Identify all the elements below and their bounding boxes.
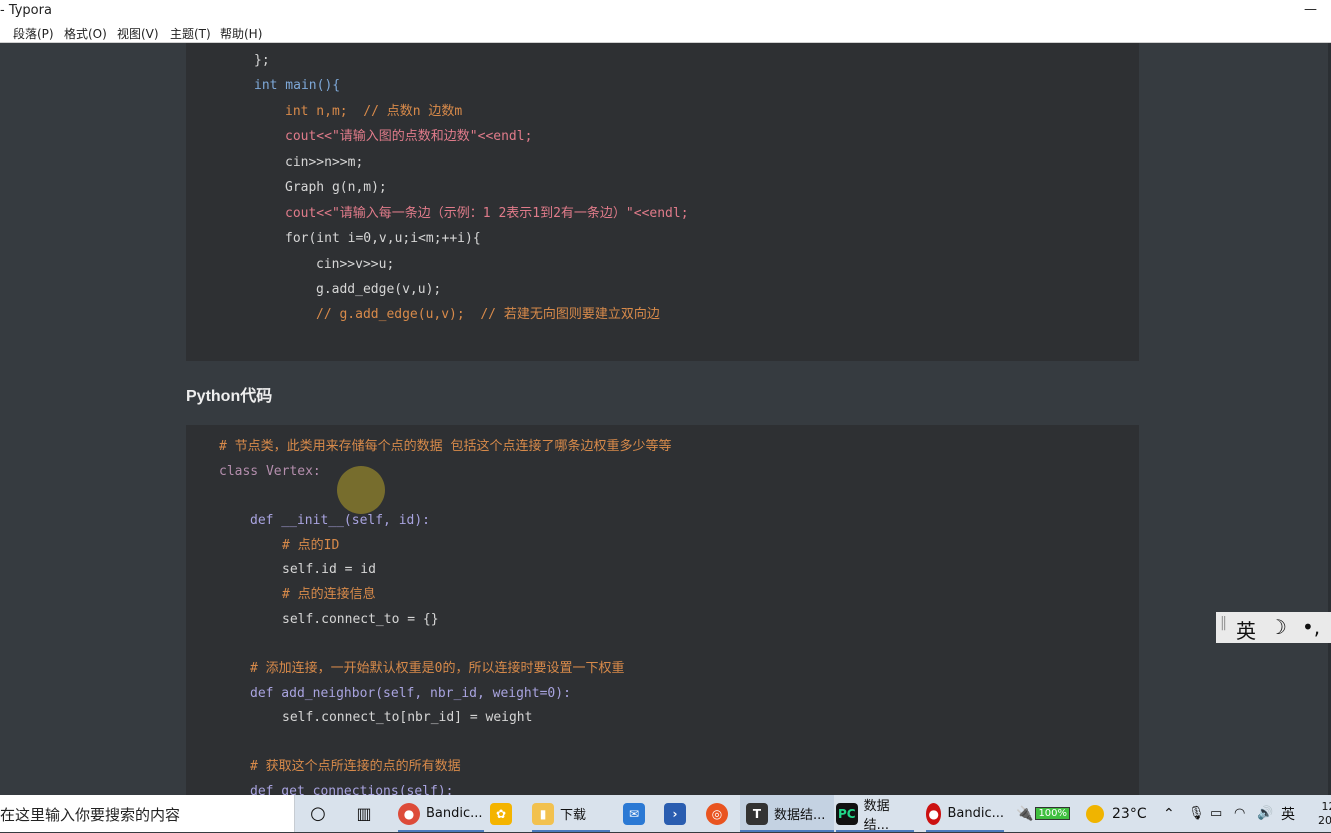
search-placeholder: 在这里输入你要搜索的内容 bbox=[0, 804, 180, 825]
mouse-cursor-highlight bbox=[337, 466, 385, 514]
code-line: cin>>v>>u; bbox=[316, 256, 394, 274]
taskbar-app-pycharm[interactable]: PC 数据结... bbox=[836, 795, 914, 832]
menu-help[interactable]: 帮助(H) bbox=[220, 25, 262, 42]
mail-icon: ✉ bbox=[623, 803, 645, 825]
taskbar-app-ubuntu[interactable]: ◎ bbox=[706, 795, 732, 832]
menu-format[interactable]: 格式(O) bbox=[64, 25, 107, 42]
taskbar-app-explorer[interactable]: ▮ 下载 bbox=[532, 795, 610, 832]
punctuation-icon[interactable]: •, bbox=[1302, 615, 1320, 639]
taskbar-app-label: Bandic... bbox=[947, 806, 1004, 821]
code-line: Graph g(n,m); bbox=[285, 179, 387, 197]
ime-toolbar[interactable]: ‖ 英 ☽ •, bbox=[1216, 612, 1331, 643]
taskbar-app-mail[interactable]: ✉ bbox=[623, 795, 649, 832]
taskbar-app-bandicam[interactable]: ● Bandic... bbox=[926, 795, 1004, 832]
code-line: self.connect_to = {} bbox=[282, 611, 439, 629]
taskbar-app-label: Bandic... bbox=[426, 806, 483, 821]
taskbar-app-typora[interactable]: T 数据结... bbox=[740, 795, 834, 832]
code-line: }; bbox=[254, 52, 270, 70]
battery-icon[interactable]: ▭ bbox=[1210, 795, 1222, 832]
task-view-icon[interactable]: ▥ bbox=[352, 795, 376, 832]
taskbar-app[interactable]: ✿ bbox=[490, 795, 516, 832]
ime-mode[interactable]: 英 bbox=[1236, 615, 1256, 644]
clock-date: 202 bbox=[1318, 814, 1331, 828]
minimize-button[interactable]: — bbox=[1304, 2, 1317, 17]
pycharm-icon: PC bbox=[836, 803, 858, 825]
code-line: self.id = id bbox=[282, 561, 376, 579]
powershell-icon: › bbox=[664, 803, 686, 825]
moon-icon[interactable]: ☽ bbox=[1269, 615, 1287, 639]
sun-icon bbox=[1086, 805, 1104, 823]
battery-level: 100% bbox=[1035, 807, 1070, 820]
code-line: for(int i=0,v,u;i<m;++i){ bbox=[285, 230, 481, 248]
code-line: # 节点类，此类用来存储每个点的数据 包括这个点连接了哪条边权重多少等等 bbox=[219, 438, 671, 456]
ime-mode-label: 英 bbox=[1281, 804, 1295, 824]
taskbar: 在这里输入你要搜索的内容 ○ ▥ ● Bandic... ✿ ▮ 下载 ✉ › … bbox=[0, 795, 1331, 832]
code-line: int main(){ bbox=[254, 77, 340, 95]
code-line: self.connect_to[nbr_id] = weight bbox=[282, 709, 532, 727]
window-title: - Typora bbox=[0, 3, 52, 18]
code-line: cin>>n>>m; bbox=[285, 154, 363, 172]
temperature: 23°C bbox=[1112, 806, 1147, 822]
taskbar-app-label: 下载 bbox=[560, 804, 586, 823]
wifi-icon[interactable]: ◠ bbox=[1234, 795, 1245, 832]
weather-widget[interactable]: 23°C bbox=[1086, 795, 1147, 832]
ime-handle-icon: ‖ bbox=[1220, 615, 1227, 631]
code-line: # 点的ID bbox=[282, 537, 339, 555]
python-code-block[interactable]: # 节点类，此类用来存储每个点的数据 包括这个点连接了哪条边权重多少等等 cla… bbox=[186, 425, 1139, 795]
cpp-code-block[interactable]: }; int main(){ int n,m; // 点数n 边数m cout<… bbox=[186, 43, 1139, 361]
code-line: int n,m; // 点数n 边数m bbox=[285, 103, 462, 121]
chevron-up-icon: ⌃ bbox=[1163, 806, 1175, 822]
ime-indicator[interactable]: 英 bbox=[1281, 795, 1295, 832]
typora-icon: T bbox=[746, 803, 768, 825]
menu-bar: 段落(P) 格式(O) 视图(V) 主题(T) 帮助(H) bbox=[0, 22, 1331, 43]
folder-icon: ▮ bbox=[532, 803, 554, 825]
code-line: cout<<"请输入每一条边（示例：1 2表示1到2有一条边）"<<endl; bbox=[285, 205, 689, 223]
code-line: def add_neighbor(self, nbr_id, weight=0)… bbox=[250, 685, 571, 703]
show-hidden-icons[interactable]: ⌃ bbox=[1163, 795, 1175, 832]
taskbar-app-label: 数据结... bbox=[864, 795, 914, 833]
volume-icon[interactable]: 🔊 bbox=[1257, 795, 1273, 832]
code-line: def __init__(self, id): bbox=[250, 512, 430, 530]
menu-theme[interactable]: 主题(T) bbox=[170, 25, 211, 42]
plug-icon: 🔌 bbox=[1016, 806, 1033, 822]
bandicam-icon: ● bbox=[926, 803, 941, 825]
microphone-icon[interactable]: 🎙 bbox=[1188, 795, 1205, 832]
editor-area[interactable]: }; int main(){ int n,m; // 点数n 边数m cout<… bbox=[0, 43, 1331, 795]
code-line: # 获取这个点所连接的点的所有数据 bbox=[250, 758, 461, 776]
menu-view[interactable]: 视图(V) bbox=[117, 25, 159, 42]
ubuntu-icon: ◎ bbox=[706, 803, 728, 825]
code-line: class Vertex: bbox=[219, 463, 321, 481]
code-line: # 添加连接，一开始默认权重是0的，所以连接时要设置一下权重 bbox=[250, 660, 624, 678]
title-bar: - Typora — bbox=[0, 0, 1331, 22]
section-heading: Python代码 bbox=[186, 382, 272, 406]
code-line: g.add_edge(v,u); bbox=[316, 281, 441, 299]
cortana-icon[interactable]: ○ bbox=[306, 795, 330, 832]
code-line: cout<<"请输入图的点数和边数"<<endl; bbox=[285, 128, 532, 146]
clock-time: 12 bbox=[1322, 800, 1331, 814]
taskbar-search-input[interactable]: 在这里输入你要搜索的内容 bbox=[0, 795, 295, 832]
taskbar-app-powershell[interactable]: › bbox=[664, 795, 690, 832]
code-line: # 点的连接信息 bbox=[282, 586, 376, 604]
code-line: def get_connections(self): bbox=[250, 783, 454, 795]
taskbar-app-chrome[interactable]: ● Bandic... bbox=[398, 795, 484, 832]
code-line: // g.add_edge(u,v); // 若建无向图则要建立双向边 bbox=[316, 306, 660, 324]
app-icon: ✿ bbox=[490, 803, 512, 825]
taskbar-app-label: 数据结... bbox=[774, 804, 825, 823]
menu-paragraph[interactable]: 段落(P) bbox=[13, 25, 54, 42]
battery-indicator[interactable]: 🔌 100% bbox=[1016, 795, 1070, 832]
clock[interactable]: 12 202 bbox=[1318, 795, 1331, 832]
chrome-icon: ● bbox=[398, 803, 420, 825]
